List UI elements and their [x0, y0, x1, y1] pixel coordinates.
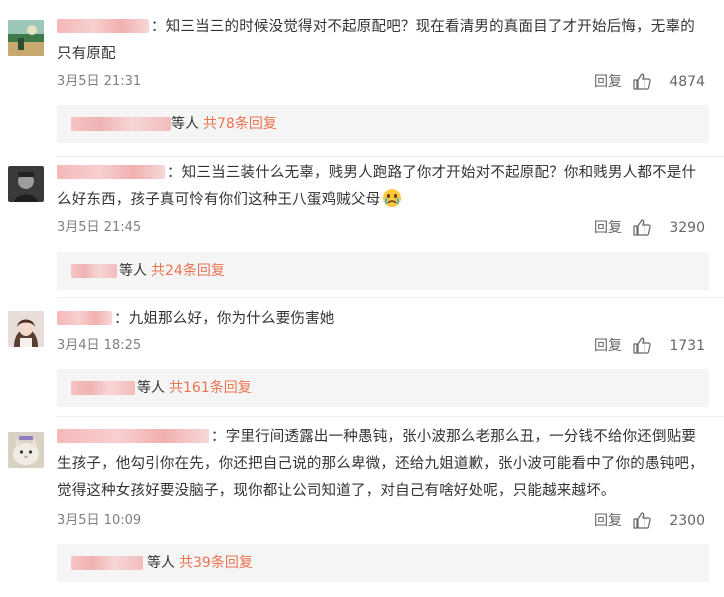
like-count: 2300: [669, 513, 705, 529]
divider: [57, 297, 724, 298]
username-blurred[interactable]: [57, 19, 149, 33]
reply-button[interactable]: 回复: [594, 336, 622, 356]
username-blurred[interactable]: [57, 429, 209, 443]
more-replies-link[interactable]: 共78条回复: [203, 116, 277, 132]
sub-replies-text: 等人 共39条回复: [147, 544, 253, 582]
reply-button[interactable]: 回复: [594, 72, 622, 92]
sub-replies-box[interactable]: 等人 共24条回复: [57, 252, 709, 290]
sub-replies-text: 等人 共78条回复: [171, 105, 277, 143]
like-button[interactable]: 4874: [633, 72, 705, 92]
like-button[interactable]: 3290: [633, 218, 705, 238]
like-button[interactable]: 1731: [633, 336, 705, 356]
divider: [57, 156, 724, 157]
timestamp: 3月5日 21:45: [57, 220, 142, 235]
reply-username-blurred: [71, 381, 135, 395]
comment-meta: 3月5日 21:45 回复 3290: [57, 218, 707, 238]
timestamp: 3月5日 21:31: [57, 74, 142, 89]
comment-meta: 3月4日 18:25 回复 1731: [57, 336, 707, 356]
reply-button[interactable]: 回复: [594, 218, 622, 238]
sub-replies-suffix: 等人: [147, 555, 175, 571]
thumbs-up-icon: [633, 73, 652, 90]
sub-replies-box[interactable]: 等人 共78条回复: [57, 105, 709, 143]
avatar[interactable]: [8, 311, 44, 347]
avatar[interactable]: [8, 432, 44, 468]
comment-text: ：知三当三装什么无辜，贱男人跑路了你才开始对不起原配？你和贱男人都不是什么好东西…: [57, 165, 697, 208]
sub-replies-suffix: 等人: [171, 116, 199, 132]
like-count: 4874: [669, 74, 705, 90]
thumbs-up-icon: [633, 512, 652, 529]
thumbs-up-icon: [633, 219, 652, 236]
like-button[interactable]: 2300: [633, 511, 705, 531]
sub-replies-box[interactable]: 等人 共39条回复: [57, 544, 709, 582]
divider: [57, 416, 724, 417]
reply-button[interactable]: 回复: [594, 511, 622, 531]
more-replies-link[interactable]: 共161条回复: [169, 380, 252, 396]
comment-text: ：知三当三的时候没觉得对不起原配吧？现在看清男的真面目了才开始后悔，无辜的只有原…: [57, 19, 695, 62]
more-replies-link[interactable]: 共39条回复: [179, 555, 253, 571]
reply-username-blurred: [71, 264, 117, 278]
comment-meta: 3月5日 10:09 回复 2300: [57, 511, 707, 531]
comment-body: 九姐那么好，你为什么要伤害她: [128, 311, 335, 327]
comment-text: ：九姐那么好，你为什么要伤害她: [57, 306, 709, 333]
timestamp: 3月4日 18:25: [57, 338, 142, 353]
thumbs-up-icon: [633, 337, 652, 354]
comment-meta: 3月5日 21:31 回复 4874: [57, 72, 707, 92]
reply-username-blurred: [71, 117, 171, 131]
sub-replies-text: 等人 共161条回复: [137, 369, 252, 407]
like-count: 3290: [669, 220, 705, 236]
avatar[interactable]: [8, 166, 44, 202]
reply-username-blurred: [71, 556, 143, 570]
sub-replies-suffix: 等人: [137, 380, 165, 396]
sub-replies-box[interactable]: 等人 共161条回复: [57, 369, 709, 407]
avatar[interactable]: [8, 20, 44, 56]
timestamp: 3月5日 10:09: [57, 513, 142, 528]
comment-text: ：字里行间透露出一种愚钝，张小波那么老那么丑，一分钱不给你还倒贴要生孩子，他勾引…: [57, 429, 704, 499]
more-replies-link[interactable]: 共24条回复: [151, 263, 225, 279]
sub-replies-suffix: 等人: [119, 263, 147, 279]
like-count: 1731: [669, 338, 705, 354]
crying-emoji-icon: [382, 188, 402, 208]
username-blurred[interactable]: [57, 311, 112, 325]
sub-replies-text: 等人 共24条回复: [119, 252, 225, 290]
username-blurred[interactable]: [57, 165, 165, 179]
